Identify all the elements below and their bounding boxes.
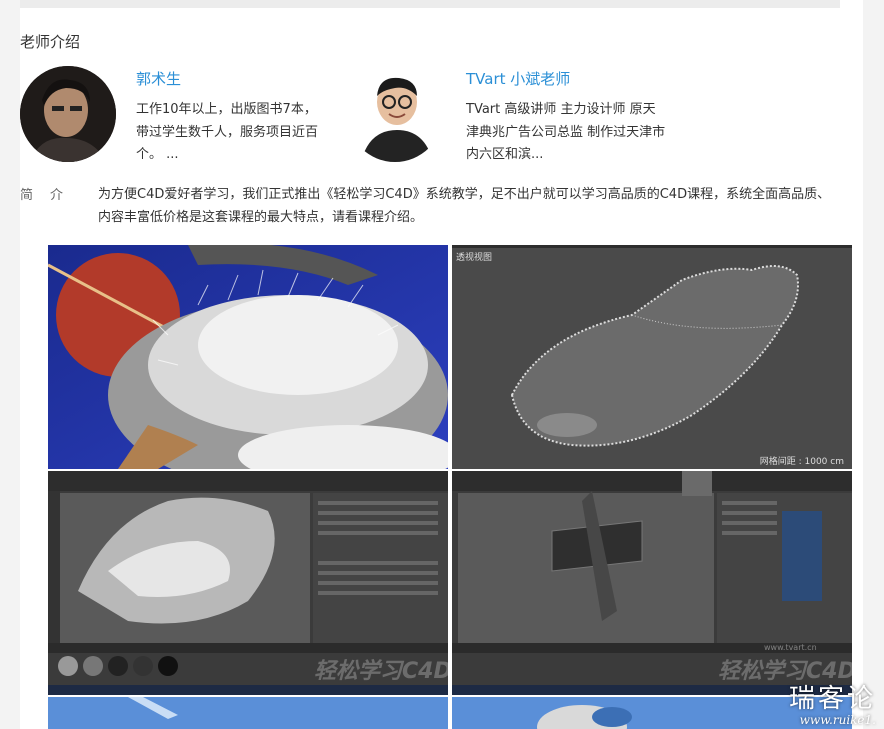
watermark-sub-text: www.ruike1. — [799, 713, 876, 727]
course-image-c4d-ui-2: 轻松学习C4D www.tvart.cn — [452, 471, 852, 695]
viewport-label: 透视视图 — [456, 253, 493, 263]
teacher-name-link[interactable]: TVart 小斌老师 — [466, 68, 666, 89]
teacher-name-link[interactable]: 郭术生 — [136, 68, 326, 89]
intro-text: 为方便C4D爱好者学习，我们正式推出《轻松学习C4D》系统教学，足不出户就可以学… — [98, 187, 831, 225]
top-divider — [20, 0, 840, 8]
section-title: 老师介绍 — [20, 33, 81, 51]
teacher-card-1[interactable]: 郭术生 工作10年以上，出版图书7本，带过学生数千人，服务项目近百个。 ... — [20, 66, 340, 166]
course-image-c4d-ui-1: 轻松学习C4D — [48, 471, 448, 695]
site-watermark-overlay: 瑞客论 www.ruike1. — [789, 678, 876, 727]
teacher-card-2[interactable]: TVart 小斌老师 TVart 高级讲师 主力设计师 原天津典兆广告公司总监 … — [347, 66, 677, 166]
watermark-main-text: 瑞客论 — [788, 684, 876, 714]
site-watermark: www.tvart.cn — [764, 643, 817, 652]
course-image-viewport: 透视视图 网格间距 : 1000 cm — [452, 245, 852, 469]
teacher-description: TVart 高级讲师 主力设计师 原天津典兆广告公司总监 制作过天津市内六区和滨… — [466, 102, 666, 162]
avatar[interactable] — [20, 66, 116, 162]
course-image-render — [48, 245, 448, 469]
intro-label: 简介 — [20, 188, 81, 203]
course-image-bottom-1 — [48, 697, 448, 729]
avatar[interactable] — [347, 66, 443, 162]
grid-spacing-label: 网格间距 : 1000 cm — [759, 457, 844, 467]
teacher-description: 工作10年以上，出版图书7本，带过学生数千人，服务项目近百个。 ... — [136, 102, 319, 162]
page-scrollbar[interactable] — [864, 0, 884, 729]
course-logo-watermark: 轻松学习C4D — [314, 659, 448, 684]
